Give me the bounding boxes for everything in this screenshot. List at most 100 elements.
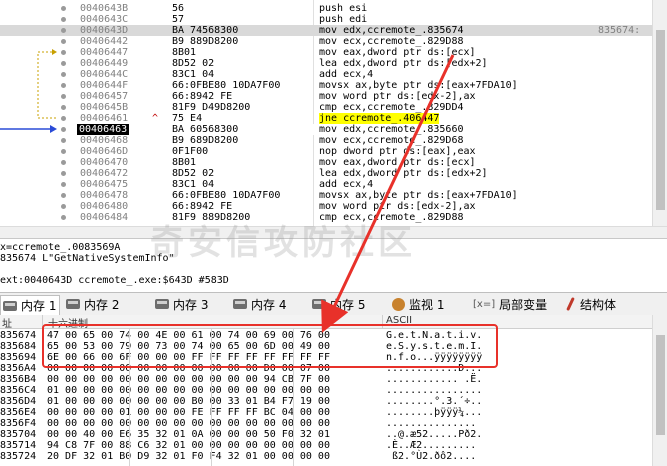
dump-hex-bytes[interactable]: 20 DF 32 01 B0 D9 32 01 F0 F4 32 01 00 0… (47, 451, 330, 462)
breakpoint-dot-icon[interactable] (61, 138, 66, 143)
instruction-text: add ecx,4 (319, 69, 374, 80)
instruction-address: 00406449 (80, 58, 129, 69)
dump-hex-bytes[interactable]: 00 00 00 00 01 00 00 00 FE FF FF FF BC 0… (47, 407, 330, 418)
disasm-row[interactable]: 00406463 BA 60568300 mov edx,ccremote_.835… (0, 124, 652, 135)
breakpoint-dot-icon[interactable] (61, 61, 66, 66)
tab-label: 内存 5 (330, 297, 366, 312)
tab-memory-2[interactable]: 内存 2 (66, 295, 119, 313)
tab-locals[interactable]: [x=] 局部变量 (473, 295, 547, 313)
disasm-row[interactable]: 00406457 66:8942 FE mov word ptr ds:[edx-2… (0, 91, 652, 102)
dump-ascii[interactable]: ................ (386, 385, 482, 396)
dump-address: 835704 (0, 429, 37, 440)
struct-icon (566, 297, 576, 311)
scroll-thumb[interactable] (656, 335, 665, 435)
breakpoint-dot-icon[interactable] (61, 72, 66, 77)
breakpoint-dot-icon[interactable] (61, 94, 66, 99)
dump-hex-bytes[interactable]: 00 00 00 00 00 00 00 00 00 00 00 00 00 0… (47, 418, 330, 429)
disasm-row[interactable]: 00406461 ^ 75 E4 jne ccremote_.406447 (0, 113, 652, 124)
disasm-row[interactable]: 0040643D BA 74568300 mov edx,ccremote_.835… (0, 25, 652, 36)
instruction-text: mov ecx,ccremote_.829D68 (319, 135, 464, 146)
disasm-row[interactable]: 00406475 83C1 04 add ecx,4 (0, 179, 652, 190)
scroll-thumb[interactable] (656, 30, 665, 210)
dump-address: 8356E4 (0, 407, 37, 418)
dump-hex-bytes[interactable]: 01 00 00 00 00 00 00 00 B0 00 33 01 B4 F… (47, 396, 330, 407)
dump-row[interactable]: 835714 94 C8 7F 00 88 C6 32 01 00 00 00 0… (0, 440, 652, 451)
dump-row[interactable]: 8356C4 01 00 00 00 00 00 00 00 00 00 00 0… (0, 385, 652, 396)
disasm-row[interactable]: 00406449 8D52 02 lea edx,dword ptr ds:[edx… (0, 58, 652, 69)
instruction-text: movsx ax,byte ptr ds:[eax+7FDA10] (319, 190, 518, 201)
dump-hex-bytes[interactable]: 00 00 40 00 E6 35 32 01 0A 00 00 00 50 F… (47, 429, 330, 440)
instruction-bytes: 57 (172, 14, 185, 25)
instruction-address: 00406478 (80, 190, 129, 201)
dump-row[interactable]: 8356B4 00 00 00 00 00 00 00 00 00 00 00 0… (0, 374, 652, 385)
dump-row[interactable]: 8356E4 00 00 00 00 01 00 00 00 FE FF FF F… (0, 407, 652, 418)
breakpoint-dot-icon[interactable] (61, 204, 66, 209)
breakpoint-dot-icon[interactable] (61, 17, 66, 22)
tab-watch-1[interactable]: 监视 1 (392, 295, 444, 313)
breakpoint-dot-icon[interactable] (61, 105, 66, 110)
disasm-row[interactable]: 00406472 8D52 02 lea edx,dword ptr ds:[edx… (0, 168, 652, 179)
disasm-row[interactable]: 0040644F 66:0FBE80 10DA7F00 movsx ax,byte … (0, 80, 652, 91)
instruction-bytes: 66:0FBE80 10DA7F00 (172, 80, 281, 91)
dump-ascii[interactable]: ............ .Ë. (386, 374, 482, 385)
breakpoint-dot-icon[interactable] (61, 149, 66, 154)
dump-ascii[interactable]: ........þÿÿÿ¼... (386, 407, 482, 418)
disasm-row[interactable]: 00406478 66:0FBE80 10DA7F00 movsx ax,byte … (0, 190, 652, 201)
dump-ascii[interactable]: ........°.3.´÷.. (386, 396, 482, 407)
highlight-box (42, 324, 498, 368)
instruction-bytes: 8B01 (172, 157, 197, 168)
breakpoint-dot-icon[interactable] (61, 50, 66, 55)
breakpoint-dot-icon[interactable] (61, 182, 66, 187)
disasm-row[interactable]: 00406468 B9 689D8200 mov ecx,ccremote_.829… (0, 135, 652, 146)
dump-hex-bytes[interactable]: 01 00 00 00 00 00 00 00 00 00 00 00 00 0… (47, 385, 330, 396)
tab-memory-1[interactable]: 内存 1 (0, 295, 60, 315)
dump-hex-bytes[interactable]: 00 00 00 00 00 00 00 00 00 00 00 00 94 C… (47, 374, 330, 385)
disasm-row[interactable]: 00406480 66:8942 FE mov word ptr ds:[edx-2… (0, 201, 652, 212)
disasm-row[interactable]: 0040643B 56 push esi (0, 3, 652, 14)
dump-ascii[interactable]: .È..Æ2......... (386, 440, 476, 451)
disasm-row[interactable]: 0040645B 81F9 D49D8200 cmp ecx,ccremote_.8… (0, 102, 652, 113)
breakpoint-dot-icon[interactable] (61, 215, 66, 220)
instruction-bytes: 83C1 04 (172, 69, 215, 80)
breakpoint-dot-icon[interactable] (61, 171, 66, 176)
instruction-address: 00406457 (80, 91, 129, 102)
breakpoint-dot-icon[interactable] (61, 160, 66, 165)
dump-row[interactable]: 835704 00 00 40 00 E6 35 32 01 0A 00 00 0… (0, 429, 652, 440)
disasm-row[interactable]: 0040644C 83C1 04 add ecx,4 (0, 69, 652, 80)
dump-ascii[interactable]: ß2.°Ù2.ðô2.... (386, 451, 476, 462)
disassembly-view[interactable]: 0040643B 56 push esi 0040643C 57 push edi 0040… (0, 0, 652, 226)
breakpoint-dot-icon[interactable] (61, 28, 66, 33)
tab-struct[interactable]: 结构体 (566, 295, 616, 313)
tab-memory-3[interactable]: 内存 3 (155, 295, 208, 313)
tab-label: 结构体 (580, 297, 617, 312)
dump-address: 8356A4 (0, 363, 37, 374)
breakpoint-dot-icon[interactable] (61, 116, 66, 121)
disasm-row[interactable]: 00406442 B9 889D8200 mov ecx,ccremote_.829… (0, 36, 652, 47)
dump-tab-bar: 内存 1 内存 2 内存 3 内存 4 内存 5 监视 1 [x=] 局部变量 结… (0, 292, 667, 316)
breakpoint-dot-icon[interactable] (61, 83, 66, 88)
instruction-bytes: 66:8942 FE (172, 91, 233, 102)
instruction-address: 00406480 (80, 201, 129, 212)
dump-scrollbar[interactable] (652, 315, 667, 466)
dump-address: 8356B4 (0, 374, 37, 385)
disasm-row[interactable]: 0040646D 0F1F00 nop dword ptr ds:[eax],eax (0, 146, 652, 157)
disasm-row[interactable]: 00406447 8B01 mov eax,dword ptr ds:[ecx] (0, 47, 652, 58)
dump-ascii[interactable]: ............... (386, 418, 476, 429)
dump-hex-bytes[interactable]: 94 C8 7F 00 88 C6 32 01 00 00 00 00 00 0… (47, 440, 330, 451)
disasm-row[interactable]: 00406470 8B01 mov eax,dword ptr ds:[ecx] (0, 157, 652, 168)
dump-row[interactable]: 835724 20 DF 32 01 B0 D9 32 01 F0 F4 32 0… (0, 451, 652, 462)
dump-ascii[interactable]: ..@.æ52.....Pð2. (386, 429, 482, 440)
instruction-text: mov eax,dword ptr ds:[ecx] (319, 47, 476, 58)
disasm-row[interactable]: 0040643C 57 push edi (0, 14, 652, 25)
dump-row[interactable]: 8356D4 01 00 00 00 00 00 00 00 B0 00 33 0… (0, 396, 652, 407)
breakpoint-dot-icon[interactable] (61, 193, 66, 198)
breakpoint-dot-icon[interactable] (61, 6, 66, 11)
tab-memory-5[interactable]: 内存 5 (312, 295, 365, 313)
instruction-comment: 835674: (598, 25, 641, 36)
disassembly-scrollbar[interactable] (652, 0, 667, 226)
tab-memory-4[interactable]: 内存 4 (233, 295, 286, 313)
loop-arrow-head (52, 49, 57, 55)
breakpoint-dot-icon[interactable] (61, 127, 66, 132)
dump-row[interactable]: 8356F4 00 00 00 00 00 00 00 00 00 00 00 0… (0, 418, 652, 429)
breakpoint-dot-icon[interactable] (61, 39, 66, 44)
